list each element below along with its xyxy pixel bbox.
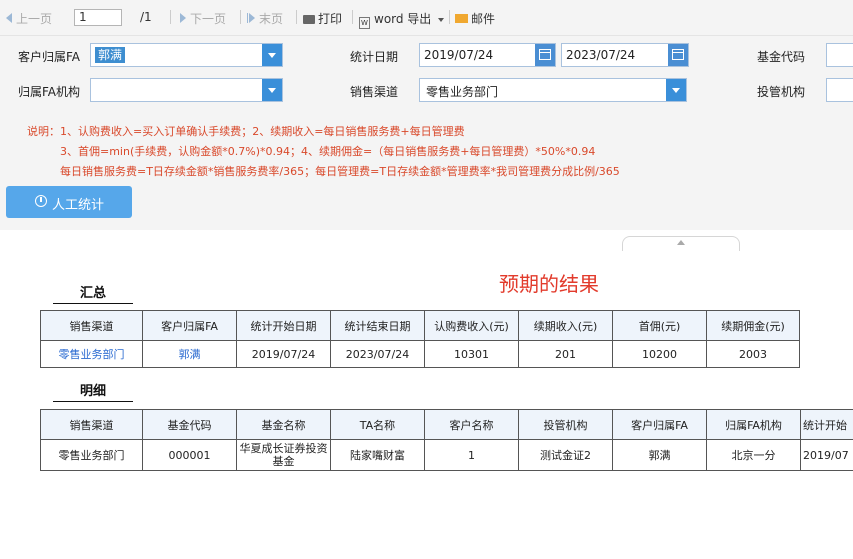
toolbar-divider [170, 10, 171, 24]
envelope-icon [455, 14, 468, 23]
header-cell: 续期佣金(元) [706, 310, 800, 341]
print-button[interactable]: 打印 [303, 10, 342, 27]
table-cell: 陆家嘴财富 [330, 439, 425, 471]
table-cell: 北京一分 [706, 439, 801, 471]
header-cell: 基金名称 [236, 409, 331, 440]
table-cell: 测试金证2 [518, 439, 613, 471]
triangle-right-icon [180, 13, 186, 23]
table-header-row: 销售渠道 基金代码 基金名称 TA名称 客户名称 投管机构 客户归属FA 归属F… [40, 409, 853, 440]
last-page-button[interactable]: 末页 [247, 10, 283, 27]
fund-code-label: 基金代码 [757, 50, 806, 64]
header-cell: 销售渠道 [40, 310, 143, 341]
toolbar-divider [449, 10, 450, 24]
triangle-right-icon [249, 13, 255, 23]
customer-fa-select[interactable]: 郭满 [90, 43, 283, 67]
header-cell: 认购费收入(元) [424, 310, 519, 341]
detail-table: 销售渠道 基金代码 基金名称 TA名称 客户名称 投管机构 客户归属FA 归属F… [40, 409, 853, 471]
header-cell: 客户名称 [424, 409, 519, 440]
last-page-icon [247, 13, 248, 23]
page-number-input[interactable]: 1 [74, 9, 122, 26]
report-toolbar: 上一页 1 /1 下一页 末页 打印 Wword 导出 邮件 [0, 0, 853, 36]
table-cell: 201 [518, 340, 613, 368]
note-line-1: 说明：1、认购费收入=买入订单确认手续费；2、续期收入=每日销售服务费+每日管理… [27, 125, 465, 138]
table-cell: 10301 [424, 340, 519, 368]
calendar-icon[interactable] [535, 44, 555, 66]
next-page-button[interactable]: 下一页 [180, 10, 226, 27]
fa-org-label: 归属FA机构 [18, 85, 81, 99]
triangle-left-icon [6, 13, 12, 23]
header-cell: TA名称 [330, 409, 425, 440]
table-cell: 2019/07 [800, 439, 853, 471]
table-row: 零售业务部门 000001 华夏成长证券投资基金 陆家嘴财富 1 测试金证2 郭… [40, 439, 853, 471]
mail-button[interactable]: 邮件 [455, 10, 495, 27]
header-cell: 统计开始 [800, 409, 853, 440]
table-cell: 郭满 [612, 439, 707, 471]
stat-date-end-input[interactable]: 2023/07/24 [561, 43, 689, 67]
table-cell: 零售业务部门 [40, 439, 143, 471]
header-cell: 基金代码 [142, 409, 237, 440]
chevron-down-icon[interactable] [666, 79, 686, 101]
toolbar-divider [296, 10, 297, 24]
fund-code-input[interactable] [826, 43, 853, 67]
expected-result-label: 预期的结果 [499, 272, 599, 296]
chevron-down-icon[interactable] [262, 79, 282, 101]
table-cell: 2003 [706, 340, 800, 368]
header-cell: 统计开始日期 [236, 310, 331, 341]
table-cell: 2023/07/24 [330, 340, 425, 368]
stat-date-label: 统计日期 [350, 50, 399, 64]
sales-channel-select[interactable]: 零售业务部门 [419, 78, 687, 102]
table-header-row: 销售渠道 客户归属FA 统计开始日期 统计结束日期 认购费收入(元) 续期收入(… [40, 310, 800, 341]
sales-channel-label: 销售渠道 [350, 85, 399, 99]
header-cell: 客户归属FA [612, 409, 707, 440]
header-cell: 投管机构 [518, 409, 613, 440]
toolbar-divider [352, 10, 353, 24]
note-line-3: 每日销售服务费=T日存续金额*销售服务费率/365；每日管理费=T日存续金额*管… [60, 165, 620, 178]
word-export-button[interactable]: Wword 导出 [359, 10, 445, 29]
filter-form: 客户归属FA 郭满 统计日期 2019/07/24 2023/07/24 基金代… [0, 36, 853, 230]
printer-icon [303, 15, 315, 24]
toolbar-divider [240, 10, 241, 24]
table-row: 零售业务部门 郭满 2019/07/24 2023/07/24 10301 20… [40, 340, 800, 368]
header-cell: 续期收入(元) [518, 310, 613, 341]
page-total: /1 [140, 10, 152, 24]
header-cell: 首佣(元) [612, 310, 707, 341]
header-cell: 统计结束日期 [330, 310, 425, 341]
collapse-handle[interactable] [622, 236, 740, 251]
custody-label: 投管机构 [757, 85, 806, 99]
manual-stat-button[interactable]: 人工统计 [6, 186, 132, 218]
summary-title: 汇总 [53, 282, 133, 304]
chevron-down-icon[interactable] [262, 44, 282, 66]
stat-date-start-input[interactable]: 2019/07/24 [419, 43, 556, 67]
customer-fa-tag: 郭满 [95, 47, 126, 63]
detail-title: 明细 [53, 380, 133, 402]
sales-channel-link[interactable]: 零售业务部门 [40, 340, 143, 368]
note-line-2: 3、首佣=min(手续费，认购金额*0.7%)*0.94；4、续期佣金=（每日销… [60, 145, 596, 158]
header-cell: 客户归属FA [142, 310, 237, 341]
prev-page-button[interactable]: 上一页 [6, 10, 52, 27]
customer-fa-link[interactable]: 郭满 [142, 340, 237, 368]
table-cell: 000001 [142, 439, 237, 471]
customer-fa-label: 客户归属FA [18, 50, 81, 64]
table-cell: 华夏成长证券投资基金 [236, 439, 331, 471]
custody-input[interactable] [826, 78, 853, 102]
fa-org-select[interactable] [90, 78, 283, 102]
table-cell: 10200 [612, 340, 707, 368]
header-cell: 归属FA机构 [706, 409, 801, 440]
caret-down-icon [438, 18, 445, 22]
table-cell: 2019/07/24 [236, 340, 331, 368]
calendar-icon[interactable] [668, 44, 688, 66]
word-doc-icon: W [359, 17, 370, 29]
summary-table: 销售渠道 客户归属FA 统计开始日期 统计结束日期 认购费收入(元) 续期收入(… [40, 310, 800, 368]
clock-icon [35, 195, 47, 207]
header-cell: 销售渠道 [40, 409, 143, 440]
table-cell: 1 [424, 439, 519, 471]
